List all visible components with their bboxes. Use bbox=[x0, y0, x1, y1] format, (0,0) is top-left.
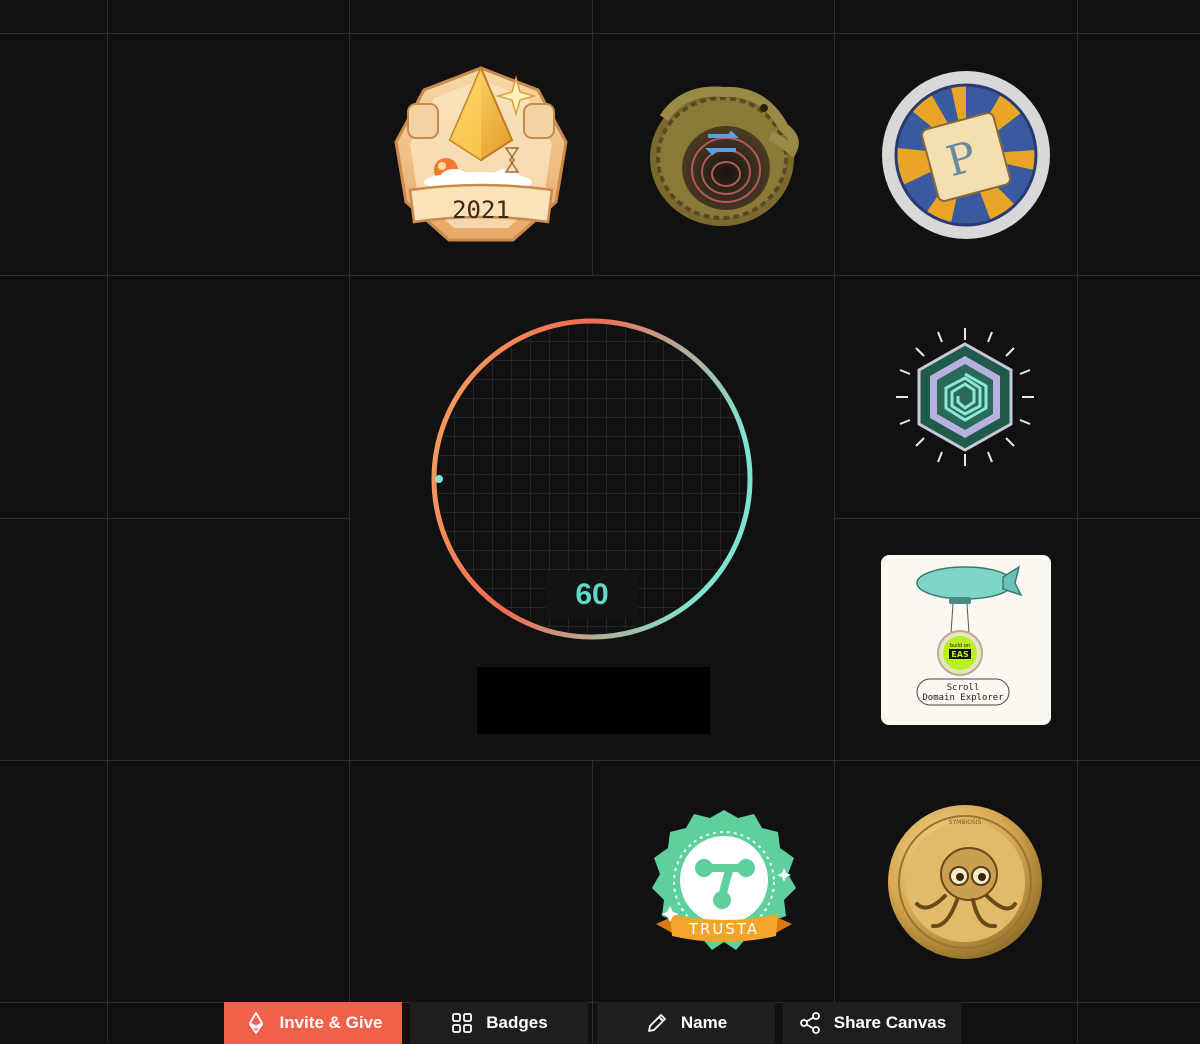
canvas-name-field[interactable] bbox=[477, 667, 710, 734]
scroll-hexagon-badge-icon[interactable] bbox=[894, 326, 1036, 468]
canvas-stage: 2021 P build on EAS Scroll Domain Explor… bbox=[0, 0, 1200, 1044]
grid-line bbox=[1077, 0, 1078, 1044]
name-button[interactable]: Name bbox=[597, 1002, 775, 1044]
trusta-label: TRUSTA bbox=[688, 920, 759, 938]
score-value: 60 bbox=[546, 572, 638, 618]
share-icon bbox=[799, 1012, 820, 1034]
grid-icon bbox=[452, 1013, 473, 1033]
trusta-badge-icon[interactable]: TRUSTA bbox=[648, 806, 800, 958]
domain-line1: Scroll bbox=[947, 683, 980, 693]
share-canvas-button[interactable]: Share Canvas bbox=[783, 1002, 961, 1044]
invite-give-label: Invite & Give bbox=[279, 1013, 383, 1032]
year-label: 2021 bbox=[452, 196, 510, 224]
invite-give-button[interactable]: Invite & Give bbox=[224, 1002, 402, 1044]
badges-button[interactable]: Badges bbox=[410, 1002, 588, 1044]
grid-line bbox=[834, 0, 835, 1044]
eas-small-text: build on bbox=[950, 643, 970, 649]
eas-label: EAS bbox=[951, 650, 969, 659]
ethereum-2021-badge-icon[interactable]: 2021 bbox=[388, 62, 574, 248]
scroll-p-badge-icon[interactable]: P bbox=[881, 70, 1051, 240]
airship-eas-badge-icon[interactable]: build on EAS Scroll Domain Explorer bbox=[881, 555, 1051, 725]
share-canvas-label: Share Canvas bbox=[833, 1013, 947, 1032]
badges-label: Badges bbox=[486, 1013, 548, 1032]
crocodile-swap-badge-icon[interactable] bbox=[644, 78, 800, 232]
coin-ring-text: SYMBIOSIS bbox=[949, 819, 982, 826]
symbiosis-octopus-coin-icon[interactable]: SYMBIOSIS bbox=[887, 804, 1044, 961]
ethereum-icon bbox=[248, 1012, 263, 1034]
grid-line bbox=[107, 0, 108, 1044]
domain-line2: Domain Explorer bbox=[922, 693, 1004, 703]
pencil-icon bbox=[647, 1014, 666, 1032]
grid-line bbox=[0, 33, 1200, 34]
grid-line bbox=[0, 760, 1200, 761]
name-label: Name bbox=[680, 1013, 728, 1032]
